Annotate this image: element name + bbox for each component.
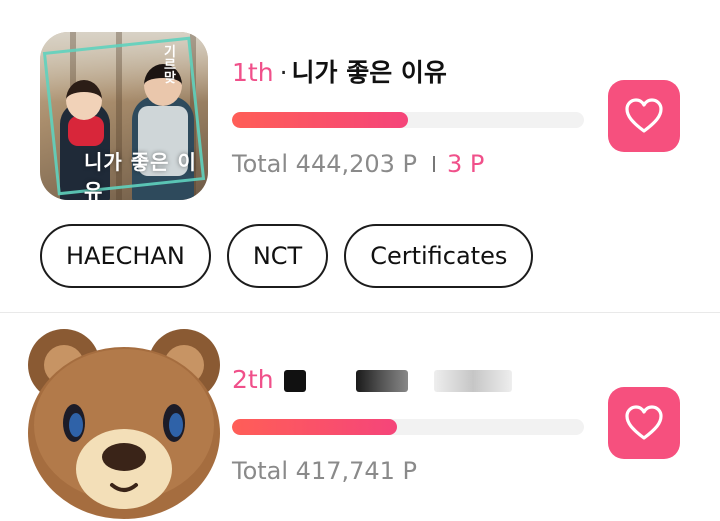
rank-title-line: 2th	[232, 363, 522, 397]
tag-haechan[interactable]: HAECHAN	[40, 224, 211, 288]
vote-progress-fill	[232, 112, 408, 128]
divider	[433, 156, 436, 172]
total-points: Total 444,203 P	[232, 150, 418, 178]
heart-outline-icon	[625, 405, 663, 440]
vote-progress-fill	[232, 419, 398, 435]
separator-dot: ·	[279, 58, 288, 87]
vote-progress-bar	[232, 419, 584, 435]
song-title: 니가 좋은 이유	[291, 58, 447, 87]
bear-emoji-avatar[interactable]	[18, 321, 230, 521]
tag-list: HAECHAN NCT Certificates	[40, 224, 534, 288]
my-points: 3 P	[447, 150, 485, 178]
rank-label: 2th	[232, 365, 274, 394]
cover-corner-text: 기 르 맞	[164, 45, 176, 86]
rank-label: 1th	[232, 58, 274, 87]
tag-nct[interactable]: NCT	[226, 224, 329, 288]
album-cover-thumbnail[interactable]: 니가 좋은 이유 기 르 맞	[40, 32, 208, 200]
redacted-title	[433, 370, 512, 392]
rank-title-line: 1th · 니가 좋은 이유	[232, 56, 447, 90]
tag-certificates[interactable]: Certificates	[344, 224, 534, 288]
vote-heart-button[interactable]	[608, 387, 680, 459]
redacted-title	[283, 370, 306, 392]
vote-heart-button[interactable]	[608, 80, 680, 152]
heart-outline-icon	[625, 98, 663, 133]
cover-title-text: 니가 좋은 이유	[84, 150, 197, 200]
ranking-item-2: 2th Total 417,741 P	[0, 312, 720, 521]
vote-progress-bar	[232, 112, 584, 128]
redacted-title	[355, 370, 408, 392]
points-line: Total 417,741 P	[232, 457, 417, 485]
total-points: Total 417,741 P	[232, 457, 418, 485]
points-line: Total 444,203 P 3 P	[232, 150, 484, 178]
ranking-item-1: 니가 좋은 이유 기 르 맞 1th · 니가 좋은 이유 Total 444,20…	[0, 0, 720, 312]
